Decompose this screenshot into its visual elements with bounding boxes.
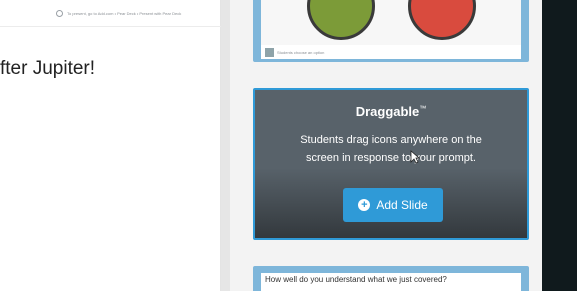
slide-thumbnail-icon (265, 47, 274, 57)
choice-slide-footer: Students choose an option (261, 45, 521, 59)
slide-title: fter Jupiter! (0, 58, 96, 79)
present-info-bar: To present, go to Add.com • Pear Deck • … (0, 0, 221, 27)
choice-slide-card[interactable]: Students choose an option (253, 0, 529, 62)
cursor-icon (410, 150, 420, 164)
present-info-text: To present, go to Add.com • Pear Deck • … (67, 10, 182, 16)
trademark-symbol: ™ (419, 105, 427, 113)
red-option-circle (408, 0, 476, 40)
draggable-description-line-1: Students drag icons anywhere on the (300, 134, 482, 146)
understanding-question: How well do you understand what we just … (265, 275, 447, 284)
info-icon (56, 9, 63, 17)
green-option-circle (307, 0, 375, 40)
add-slide-button[interactable]: + Add Slide (343, 188, 443, 222)
add-slide-label: Add Slide (376, 198, 428, 212)
choice-slide-preview (261, 0, 521, 45)
plus-icon: + (358, 199, 371, 211)
draggable-slide-card[interactable]: Draggable™ Students drag icons anywhere … (253, 88, 529, 240)
panel-divider (221, 0, 230, 291)
right-dark-panel (542, 0, 577, 291)
draggable-title-text: Draggable (355, 104, 420, 119)
draggable-description-line-2: screen in response to your prompt. (306, 152, 476, 164)
draggable-title: Draggable™ (255, 104, 527, 119)
understanding-slide-card[interactable]: How well do you understand what we just … (253, 266, 529, 291)
choice-slide-caption: Students choose an option (277, 49, 325, 55)
slide-type-gallery[interactable]: Students choose an option Draggable™ Stu… (230, 0, 542, 291)
slide-preview-panel: To present, go to Add.com • Pear Deck • … (0, 0, 221, 291)
